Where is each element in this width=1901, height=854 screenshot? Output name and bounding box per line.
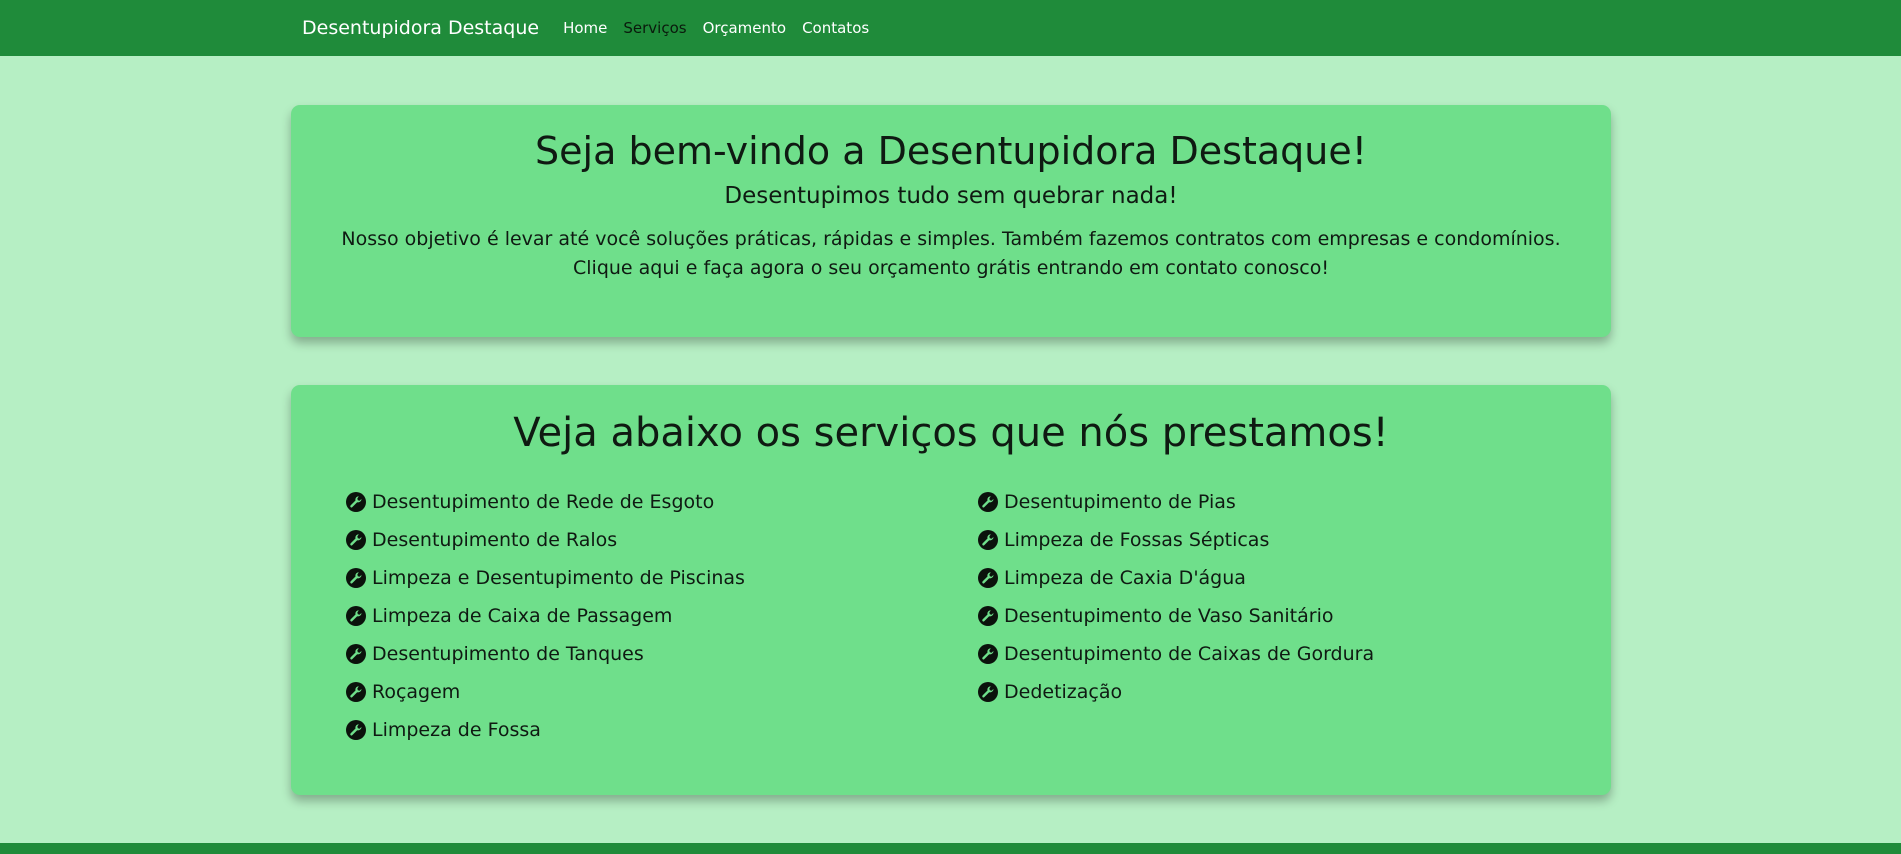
service-item: Limpeza de Fossas Sépticas (978, 521, 1610, 559)
service-label: Dedetização (1004, 681, 1123, 703)
nav-link-orcamento[interactable]: Orçamento (703, 19, 787, 37)
services-list-right: Desentupimento de Pias Limpeza de Fossas … (978, 483, 1610, 749)
service-label: Desentupimento de Pias (1004, 491, 1236, 513)
service-label: Limpeza e Desentupimento de Piscinas (372, 567, 745, 589)
services-list-left: Desentupimento de Rede de Esgoto Desentup… (346, 483, 978, 749)
service-item: Desentupimento de Ralos (346, 521, 978, 559)
services-columns: Desentupimento de Rede de Esgoto Desentup… (291, 483, 1611, 749)
wrench-icon (978, 644, 998, 664)
nav-link-contatos[interactable]: Contatos (802, 19, 869, 37)
service-item: Dedetização (978, 673, 1610, 711)
nav-links: Home Serviços Orçamento Contatos (563, 19, 869, 37)
service-label: Desentupimento de Ralos (372, 529, 618, 551)
brand-link[interactable]: Desentupidora Destaque (302, 17, 539, 39)
welcome-title: Seja bem-vindo a Desentupidora Destaque! (535, 129, 1367, 173)
service-label: Desentupimento de Vaso Sanitário (1004, 605, 1334, 627)
welcome-text: Nosso objetivo é levar até você soluções… (341, 227, 1561, 279)
service-item: Desentupimento de Vaso Sanitário (978, 597, 1610, 635)
service-item: Limpeza de Fossa (346, 711, 978, 749)
wrench-icon (346, 682, 366, 702)
services-title: Veja abaixo os serviços que nós prestamo… (513, 410, 1389, 456)
service-label: Limpeza de Fossa (372, 719, 541, 741)
wrench-icon (978, 568, 998, 588)
footer-bar (0, 843, 1901, 854)
nav-link-servicos[interactable]: Serviços (623, 19, 686, 37)
welcome-subtitle: Desentupimos tudo sem quebrar nada! (724, 182, 1178, 209)
wrench-icon (346, 568, 366, 588)
wrench-icon (346, 606, 366, 626)
service-label: Limpeza de Caxia D'água (1004, 567, 1246, 589)
wrench-icon (346, 530, 366, 550)
wrench-icon (978, 606, 998, 626)
welcome-card: Seja bem-vindo a Desentupidora Destaque!… (291, 105, 1611, 337)
service-item: Desentupimento de Rede de Esgoto (346, 483, 978, 521)
wrench-icon (346, 720, 366, 740)
service-label: Desentupimento de Tanques (372, 643, 644, 665)
service-item: Limpeza de Caixa de Passagem (346, 597, 978, 635)
service-label: Limpeza de Fossas Sépticas (1004, 529, 1270, 551)
wrench-icon (978, 530, 998, 550)
service-item: Roçagem (346, 673, 978, 711)
service-label: Desentupimento de Rede de Esgoto (372, 491, 715, 513)
service-item: Limpeza de Caxia D'água (978, 559, 1610, 597)
service-item: Desentupimento de Caixas de Gordura (978, 635, 1610, 673)
service-item: Desentupimento de Pias (978, 483, 1610, 521)
wrench-icon (978, 682, 998, 702)
service-label: Roçagem (372, 681, 461, 703)
wrench-icon (346, 644, 366, 664)
service-item: Desentupimento de Tanques (346, 635, 978, 673)
service-item: Limpeza e Desentupimento de Piscinas (346, 559, 978, 597)
service-label: Limpeza de Caixa de Passagem (372, 605, 673, 627)
navbar: Desentupidora Destaque Home Serviços Orç… (0, 0, 1901, 56)
services-card: Veja abaixo os serviços que nós prestamo… (291, 385, 1611, 795)
wrench-icon (978, 492, 998, 512)
service-label: Desentupimento de Caixas de Gordura (1004, 643, 1375, 665)
wrench-icon (346, 492, 366, 512)
nav-link-home[interactable]: Home (563, 19, 607, 37)
